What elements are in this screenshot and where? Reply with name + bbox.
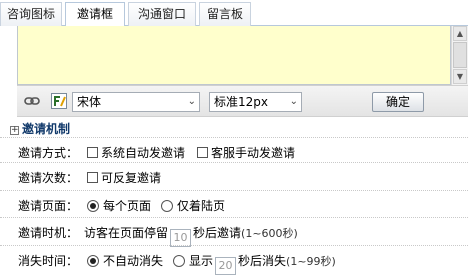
disappear-time-row: 消失时间： 不自动消失 显示 20 秒后消失(1~99秒) <box>0 245 468 275</box>
font-family-value: 宋体 <box>77 95 102 109</box>
option-label: 客服手动发邀请 <box>211 146 296 160</box>
radio-button[interactable] <box>87 200 99 212</box>
option-label: 仅着陆页 <box>177 199 226 213</box>
expand-icon[interactable]: + <box>10 126 19 135</box>
auto-invite-option[interactable]: 系统自动发邀请 <box>87 144 185 161</box>
tab-label: 邀请框 <box>76 7 113 21</box>
radio-button[interactable] <box>87 255 99 267</box>
scroll-down-icon[interactable]: ▼ <box>453 69 467 84</box>
timed-disappear-option[interactable]: 显示 20 秒后消失(1~99秒) <box>173 252 336 275</box>
scroll-thumb[interactable] <box>453 42 467 68</box>
chevron-down-icon: ⌄ <box>289 96 298 107</box>
confirm-button[interactable]: 确定 <box>372 92 424 112</box>
checkbox[interactable] <box>197 147 208 158</box>
manual-invite-option[interactable]: 客服手动发邀请 <box>197 144 295 161</box>
invite-method-row: 邀请方式： 系统自动发邀请 客服手动发邀请 <box>0 137 468 164</box>
disappear-delay-input[interactable]: 20 <box>215 257 237 275</box>
font-family-select[interactable]: 宋体 ⌄ <box>72 92 200 112</box>
checkbox[interactable] <box>87 172 98 183</box>
option-label: 每个页面 <box>103 199 152 213</box>
field-label: 邀请次数： <box>18 171 79 185</box>
radio-button[interactable] <box>161 200 173 212</box>
disappear-suffix: 秒后消失 <box>238 254 287 268</box>
tab-chat-window[interactable]: 沟通窗口 <box>128 2 196 26</box>
tab-bar: 咨询图标 邀请框 沟通窗口 留言板 <box>0 0 468 27</box>
landing-page-option[interactable]: 仅着陆页 <box>161 197 225 214</box>
field-label: 邀请页面： <box>18 199 79 213</box>
invite-text-editor[interactable] <box>17 26 451 85</box>
option-label: 显示 <box>189 254 214 268</box>
timing-range-hint: (1~600秒) <box>241 227 298 240</box>
section-header[interactable]: + 邀请机制 <box>10 121 70 137</box>
disappear-range-hint: (1~99秒) <box>286 255 336 268</box>
font-size-select[interactable]: 标准12px ⌄ <box>209 92 302 112</box>
repeat-invite-option[interactable]: 可反复邀请 <box>87 169 161 186</box>
option-label: 不自动消失 <box>103 254 164 268</box>
font-size-value: 标准12px <box>214 95 268 109</box>
scroll-up-icon[interactable]: ▲ <box>453 26 467 41</box>
editor-toolbar: 宋体 ⌄ 标准12px ⌄ 确定 <box>17 85 468 117</box>
invite-times-row: 邀请次数： 可反复邀请 <box>0 162 468 189</box>
section-title: 邀请机制 <box>22 122 71 136</box>
chevron-down-icon: ⌄ <box>187 96 196 107</box>
timing-suffix: 秒后邀请 <box>193 226 242 240</box>
editor-scrollbar[interactable]: ▲ ▼ <box>451 26 468 85</box>
timing-prefix: 访客在页面停留 <box>84 226 169 240</box>
tab-message-board[interactable]: 留言板 <box>199 2 251 26</box>
field-label: 邀请方式： <box>18 146 79 160</box>
option-label: 可反复邀请 <box>101 171 162 185</box>
link-icon[interactable] <box>24 93 40 109</box>
field-label: 邀请时机： <box>18 226 79 240</box>
never-disappear-option[interactable]: 不自动消失 <box>87 252 163 269</box>
field-label: 消失时间： <box>18 254 79 268</box>
invite-page-row: 邀请页面： 每个页面 仅着陆页 <box>0 190 468 217</box>
invite-timing-row: 邀请时机： 访客在页面停留 10 秒后邀请(1~600秒) <box>0 217 468 247</box>
option-label: 系统自动发邀请 <box>101 146 186 160</box>
text-format-icon[interactable] <box>51 93 67 109</box>
tab-label: 留言板 <box>206 7 243 21</box>
tab-invite-box[interactable]: 邀请框 <box>65 2 125 27</box>
tab-label: 咨询图标 <box>6 7 55 21</box>
tab-consult-icon[interactable]: 咨询图标 <box>0 2 62 26</box>
tab-label: 沟通窗口 <box>137 7 186 21</box>
radio-button[interactable] <box>173 255 185 267</box>
timing-setting: 访客在页面停留 10 秒后邀请(1~600秒) <box>84 224 298 247</box>
every-page-option[interactable]: 每个页面 <box>87 197 151 214</box>
checkbox[interactable] <box>87 147 98 158</box>
